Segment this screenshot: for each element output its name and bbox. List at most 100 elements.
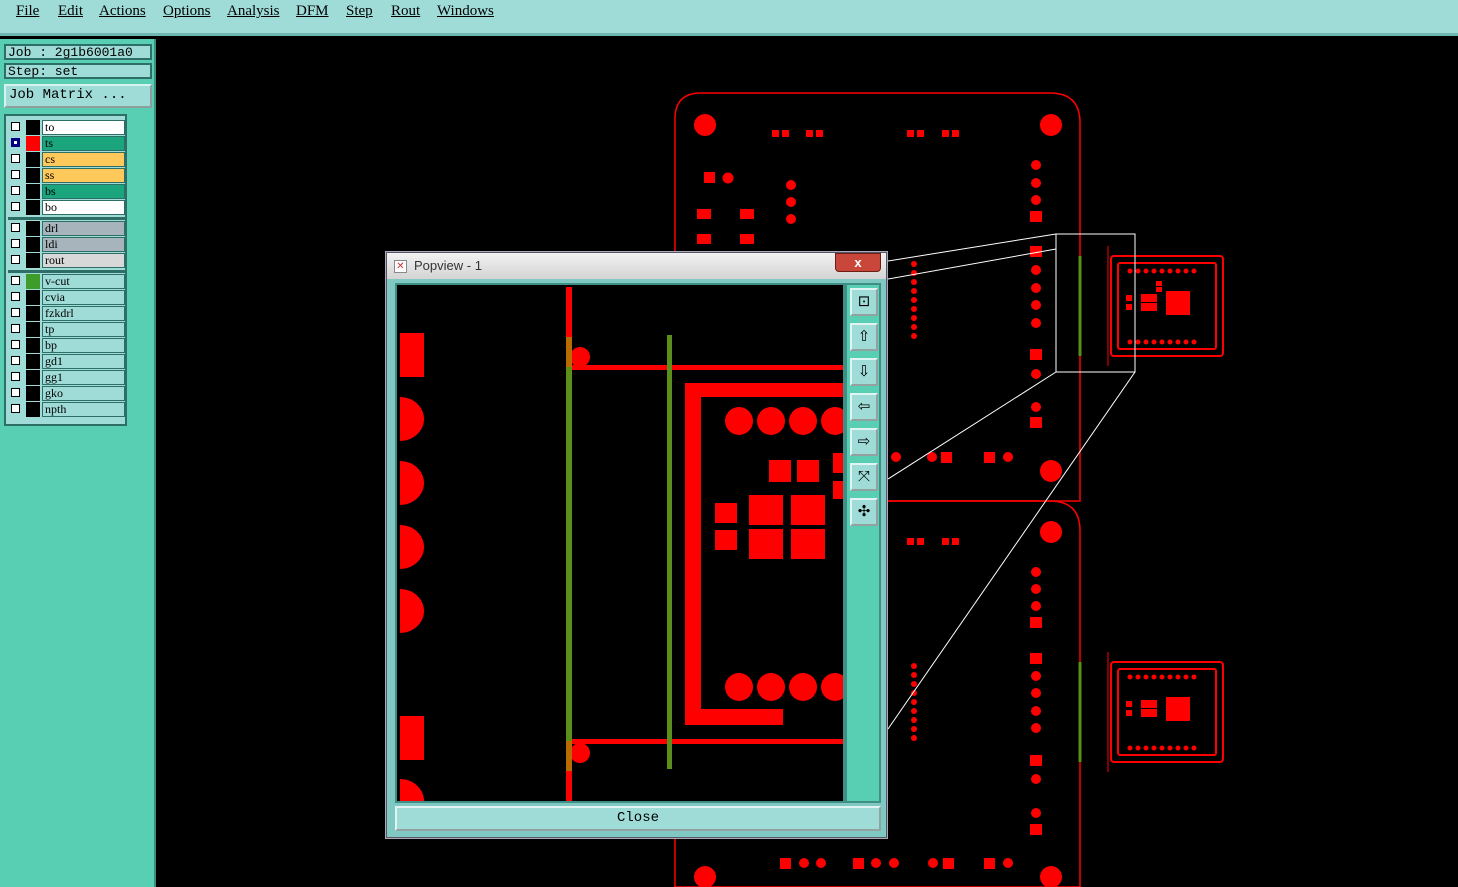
layer-color-swatch[interactable]	[26, 402, 40, 417]
layer-name[interactable]: drl	[42, 221, 125, 236]
layer-row-cvia[interactable]: cvia	[8, 290, 125, 305]
trace	[572, 739, 843, 744]
layer-checkbox[interactable]	[11, 356, 20, 365]
layer-name[interactable]: fzkdrl	[42, 306, 125, 321]
menu-step[interactable]: Step	[346, 3, 373, 20]
layer-name[interactable]: ts	[42, 136, 125, 151]
tooling-hole	[1040, 866, 1062, 887]
layer-color-swatch[interactable]	[26, 306, 40, 321]
layer-checkbox[interactable]	[11, 186, 20, 195]
layer-checkbox[interactable]	[11, 276, 20, 285]
popview-titlebar[interactable]: ✕ Popview - 1	[387, 253, 886, 279]
layer-name[interactable]: bo	[42, 200, 125, 215]
layer-name[interactable]: ss	[42, 168, 125, 183]
layer-name[interactable]: to	[42, 120, 125, 135]
layer-row-ss[interactable]: ss	[8, 168, 125, 183]
layer-row-gd1[interactable]: gd1	[8, 354, 125, 369]
layer-color-swatch[interactable]	[26, 386, 40, 401]
tooling-hole	[694, 114, 716, 136]
layer-name[interactable]: rout	[42, 253, 125, 268]
menu-file[interactable]: File	[16, 3, 39, 20]
layer-color-swatch[interactable]	[26, 290, 40, 305]
zoom-in-button[interactable]: ⤧	[850, 463, 878, 491]
layer-checkbox[interactable]	[11, 324, 20, 333]
layer-color-swatch[interactable]	[26, 221, 40, 236]
layer-checkbox[interactable]	[11, 388, 20, 397]
layer-checkbox[interactable]	[11, 404, 20, 413]
layer-color-swatch[interactable]	[26, 136, 40, 151]
layer-row-rout[interactable]: rout	[8, 253, 125, 268]
tooling-hole	[1040, 114, 1062, 136]
layer-row-bo[interactable]: bo	[8, 200, 125, 215]
layer-row-npth[interactable]: npth	[8, 402, 125, 417]
menu-analysis[interactable]: Analysis	[227, 3, 280, 20]
window-close-button[interactable]: x	[835, 253, 881, 272]
popview-canvas[interactable]	[395, 283, 845, 803]
layer-checkbox[interactable]	[11, 255, 20, 264]
layer-name[interactable]: tp	[42, 322, 125, 337]
menu-dfm[interactable]: DFM	[296, 3, 329, 20]
layer-color-swatch[interactable]	[26, 237, 40, 252]
layer-row-fzkdrl[interactable]: fzkdrl	[8, 306, 125, 321]
layer-row-ldi[interactable]: ldi	[8, 237, 125, 252]
zoom-out-button[interactable]: ✣	[850, 498, 878, 526]
close-button[interactable]: Close	[395, 806, 881, 831]
layer-name[interactable]: gko	[42, 386, 125, 401]
layer-color-swatch[interactable]	[26, 200, 40, 215]
menu-actions[interactable]: Actions	[99, 3, 146, 20]
layer-checkbox[interactable]	[11, 308, 20, 317]
layer-name[interactable]: bp	[42, 338, 125, 353]
zoom-window-button[interactable]: ⊡	[850, 288, 878, 316]
job-matrix-button[interactable]: Job Matrix ...	[4, 84, 152, 108]
layer-name[interactable]: cvia	[42, 290, 125, 305]
layer-row-bs[interactable]: bs	[8, 184, 125, 199]
layer-color-swatch[interactable]	[26, 338, 40, 353]
menu-rout[interactable]: Rout	[391, 3, 420, 20]
layer-row-cs[interactable]: cs	[8, 152, 125, 167]
layer-color-swatch[interactable]	[26, 168, 40, 183]
layer-name[interactable]: cs	[42, 152, 125, 167]
pan-left-button[interactable]: ⇦	[850, 393, 878, 421]
layer-row-ts[interactable]: ts	[8, 136, 125, 151]
pan-right-button[interactable]: ⇨	[850, 428, 878, 456]
menu-edit[interactable]: Edit	[58, 3, 83, 20]
layer-row-tp[interactable]: tp	[8, 322, 125, 337]
layer-checkbox[interactable]	[11, 372, 20, 381]
layer-row-bp[interactable]: bp	[8, 338, 125, 353]
layer-name[interactable]: gg1	[42, 370, 125, 385]
layer-group-separator	[8, 217, 125, 220]
layer-color-swatch[interactable]	[26, 184, 40, 199]
layer-row-drl[interactable]: drl	[8, 221, 125, 236]
layer-row-to[interactable]: to	[8, 120, 125, 135]
layer-name[interactable]: npth	[42, 402, 125, 417]
layer-color-swatch[interactable]	[26, 370, 40, 385]
menu-windows[interactable]: Windows	[437, 3, 494, 20]
layer-row-gg1[interactable]: gg1	[8, 370, 125, 385]
layer-color-swatch[interactable]	[26, 274, 40, 289]
layer-checkbox[interactable]	[11, 239, 20, 248]
pan-down-button[interactable]: ⇩	[850, 358, 878, 386]
layer-checkbox[interactable]	[11, 122, 20, 131]
layer-checkbox[interactable]	[11, 223, 20, 232]
layer-name[interactable]: gd1	[42, 354, 125, 369]
layer-name[interactable]: ldi	[42, 237, 125, 252]
layer-checkbox[interactable]	[11, 340, 20, 349]
layer-name[interactable]: bs	[42, 184, 125, 199]
layer-color-swatch[interactable]	[26, 354, 40, 369]
layer-checkbox[interactable]	[11, 292, 20, 301]
layer-checkbox[interactable]	[11, 202, 20, 211]
layer-color-swatch[interactable]	[26, 152, 40, 167]
layer-checkbox[interactable]	[11, 138, 20, 147]
trace	[572, 365, 843, 370]
layer-name[interactable]: v-cut	[42, 274, 125, 289]
layer-checkbox[interactable]	[11, 154, 20, 163]
layer-row-v-cut[interactable]: v-cut	[8, 274, 125, 289]
layer-color-swatch[interactable]	[26, 322, 40, 337]
vcut-line	[566, 367, 572, 741]
pan-up-button[interactable]: ⇧	[850, 323, 878, 351]
layer-row-gko[interactable]: gko	[8, 386, 125, 401]
layer-color-swatch[interactable]	[26, 120, 40, 135]
layer-checkbox[interactable]	[11, 170, 20, 179]
menu-options[interactable]: Options	[163, 3, 211, 20]
layer-color-swatch[interactable]	[26, 253, 40, 268]
